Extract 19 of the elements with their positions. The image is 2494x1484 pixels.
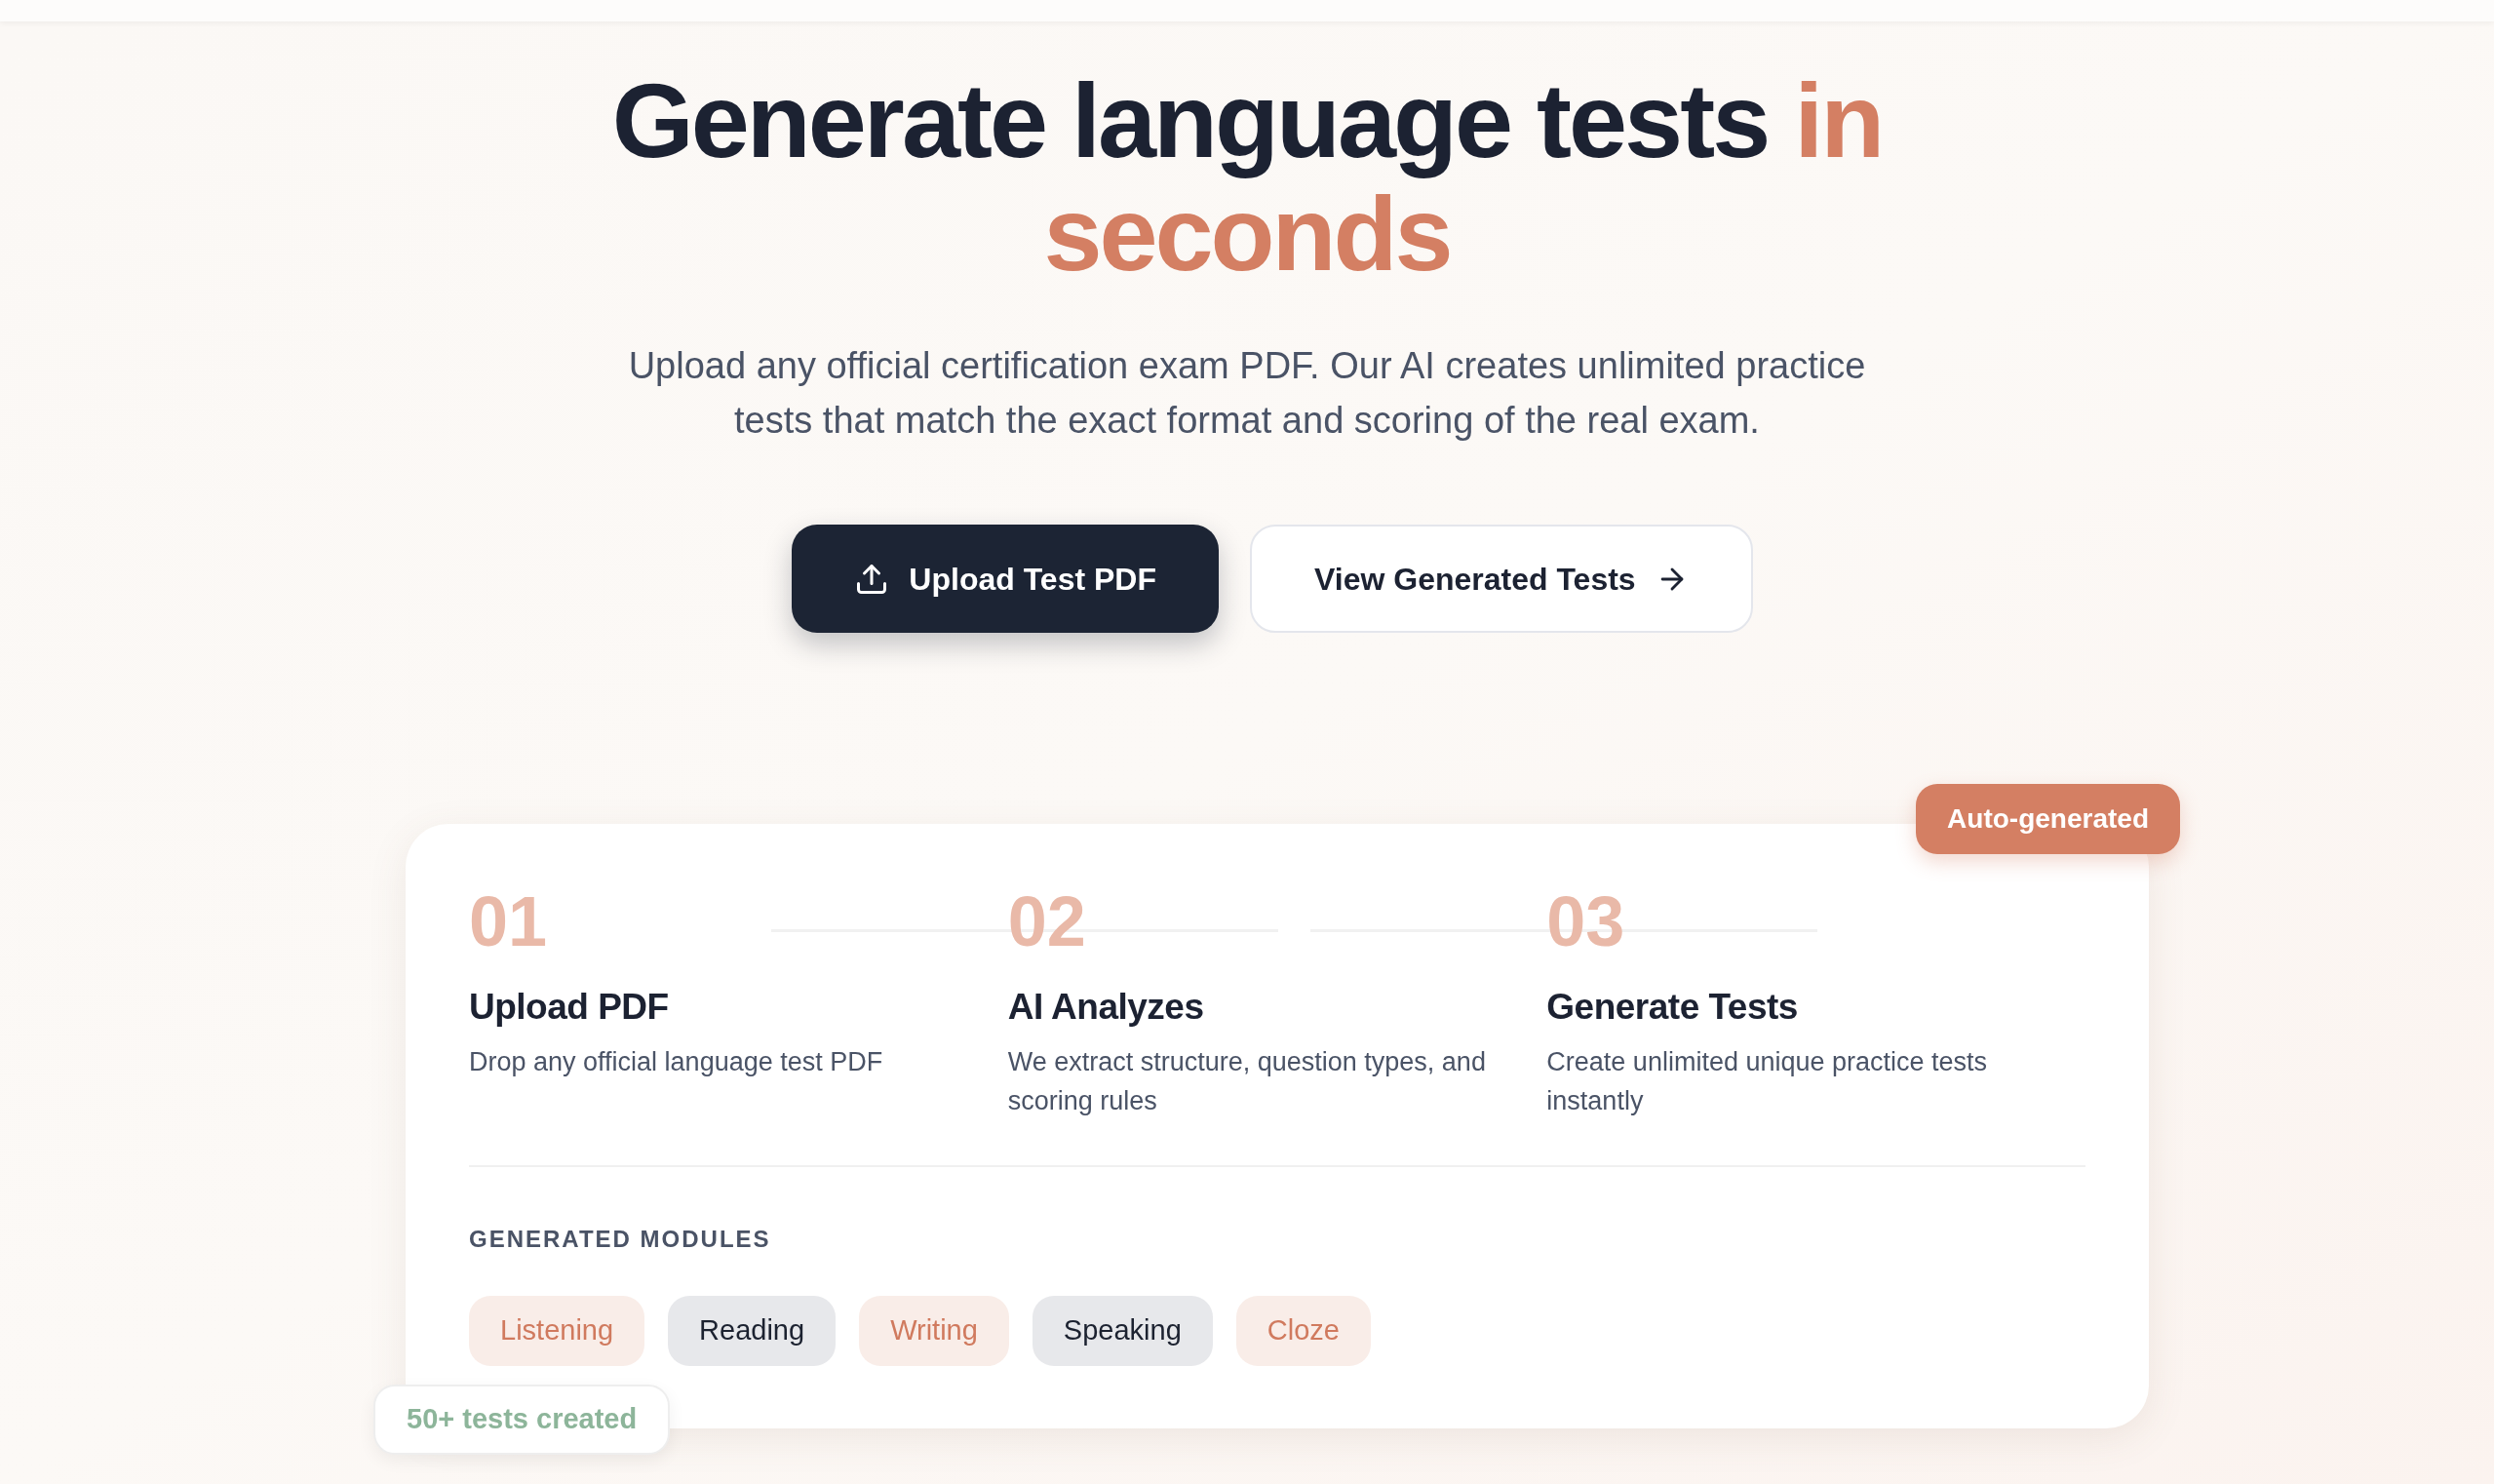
step-number: 02 [1007,882,1086,960]
module-tag: Listening [469,1296,645,1366]
view-tests-button[interactable]: View Generated Tests [1250,525,1753,633]
auto-generated-badge: Auto-generated [1916,784,2180,854]
module-tag: Writing [859,1296,1009,1366]
module-tag: Reading [668,1296,837,1366]
upload-button[interactable]: Upload Test PDF [792,525,1219,633]
module-tag: Cloze [1235,1296,1371,1366]
step-number: 01 [469,882,548,960]
step-description: We extract structure, question types, and scoring rules [1007,1046,1487,1117]
step-title: Generate Tests [1546,986,1799,1029]
hero-title: Generate language tests in seconds [610,64,1884,291]
step-description: Drop any official language test PDF [469,1046,884,1078]
modules-label: GENERATED MODULES [469,1225,772,1254]
step-description: Create unlimited unique practice tests instantly [1546,1046,1989,1117]
tests-created-badge: 50+ tests created [373,1385,671,1455]
module-tag: Speaking [1032,1296,1213,1366]
hero-subtitle: Upload any official certification exam PDF. Our AI creates unlimited practice tests that match the exact format and scoring of the real exam. [627,344,1867,443]
step-number: 03 [1546,882,1625,960]
